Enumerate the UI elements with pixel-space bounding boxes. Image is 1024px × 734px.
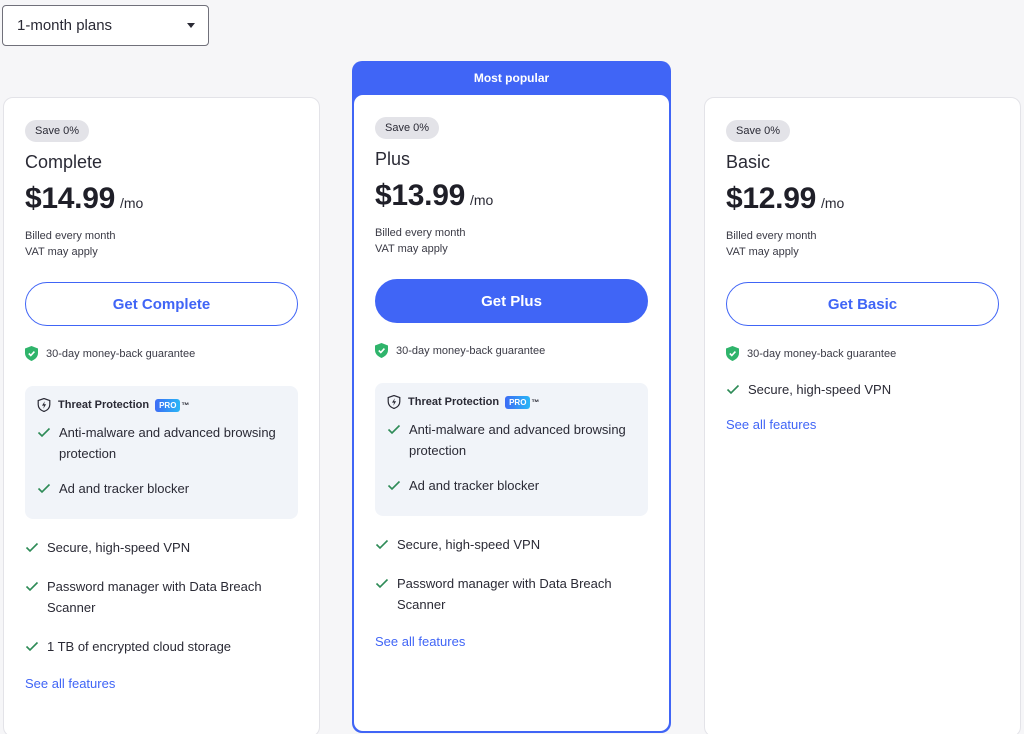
check-icon — [25, 581, 39, 592]
plan-name: Basic — [726, 152, 771, 172]
feature-text: 1 TB of encrypted cloud storage — [47, 639, 232, 654]
check-icon — [37, 483, 51, 494]
feature-item: Secure, high-speed VPN — [726, 379, 999, 400]
see-all-features-link[interactable]: See all features — [375, 634, 465, 649]
guarantee-text: 30-day money-back guarantee — [46, 347, 196, 360]
check-icon — [387, 424, 401, 435]
threat-protection-box: Threat Protection PRO ™ Anti-malware and… — [375, 383, 648, 516]
price: $12.99 — [726, 182, 816, 215]
feature-text: Secure, high-speed VPN — [748, 382, 892, 397]
feature-item: Secure, high-speed VPN — [375, 534, 648, 555]
check-icon — [375, 539, 389, 550]
threat-protection-box: Threat Protection PRO ™ Anti-malware and… — [25, 386, 298, 519]
vat-note: VAT may apply — [726, 246, 799, 258]
most-popular-frame: Most popular Save 0% Plus $13.99 /mo Bil… — [352, 61, 671, 733]
feature-list: Secure, high-speed VPN Password manager … — [375, 534, 648, 651]
billing-frequency: Billed every month — [726, 230, 817, 242]
pro-badge: PRO — [505, 395, 531, 409]
billing-frequency: Billed every month — [25, 230, 116, 242]
feature-text: Ad and tracker blocker — [409, 478, 540, 493]
price-row: $13.99 /mo — [375, 179, 648, 213]
plan-period-select[interactable]: 1-month plans — [2, 5, 209, 46]
price-row: $12.99 /mo — [726, 182, 999, 216]
feature-item: Secure, high-speed VPN — [25, 537, 298, 558]
plan-card-plus: Save 0% Plus $13.99 /mo Billed every mon… — [354, 95, 669, 731]
price-row: $14.99 /mo — [25, 182, 298, 216]
check-icon — [375, 578, 389, 589]
feature-item: Anti-malware and advanced browsing prote… — [387, 417, 636, 473]
billing-info: Billed every month VAT may apply — [25, 228, 298, 260]
feature-item: Password manager with Data Breach Scanne… — [375, 573, 648, 615]
money-back-guarantee: 30-day money-back guarantee — [726, 346, 999, 361]
shield-check-icon — [375, 343, 388, 358]
billing-info: Billed every month VAT may apply — [375, 225, 648, 257]
feature-item: Anti-malware and advanced browsing prote… — [37, 420, 286, 476]
feature-text: Anti-malware and advanced browsing prote… — [409, 422, 626, 458]
most-popular-label: Most popular — [473, 71, 550, 85]
save-badge: Save 0% — [25, 120, 90, 142]
plan-card-complete: Save 0% Complete $14.99 /mo Billed every… — [3, 97, 320, 734]
plan-name: Plus — [375, 149, 411, 169]
get-complete-button[interactable]: Get Complete — [25, 282, 298, 326]
shield-bolt-icon — [37, 398, 51, 412]
guarantee-text: 30-day money-back guarantee — [747, 347, 897, 360]
vat-note: VAT may apply — [375, 243, 448, 255]
feature-item: 1 TB of encrypted cloud storage — [25, 636, 298, 657]
feature-list: Secure, high-speed VPN See all features — [726, 379, 999, 434]
check-icon — [387, 480, 401, 491]
vat-note: VAT may apply — [25, 246, 98, 258]
billing-frequency: Billed every month — [375, 227, 466, 239]
plan-name: Complete — [25, 152, 103, 172]
plan-card-basic: Save 0% Basic $12.99 /mo Billed every mo… — [704, 97, 1021, 734]
price-period: /mo — [469, 192, 494, 208]
feature-text: Password manager with Data Breach Scanne… — [47, 579, 262, 615]
chevron-down-icon — [187, 23, 195, 28]
feature-list: Secure, high-speed VPN Password manager … — [25, 537, 298, 693]
get-basic-button[interactable]: Get Basic — [726, 282, 999, 326]
money-back-guarantee: 30-day money-back guarantee — [25, 346, 298, 361]
feature-item: Ad and tracker blocker — [37, 476, 286, 511]
price: $13.99 — [375, 179, 465, 212]
feature-item: Ad and tracker blocker — [387, 473, 636, 508]
feature-text: Secure, high-speed VPN — [397, 537, 541, 552]
shield-check-icon — [726, 346, 739, 361]
check-icon — [25, 542, 39, 553]
trademark: ™ — [181, 400, 190, 410]
threat-protection-title: Threat Protection — [58, 399, 150, 411]
save-badge: Save 0% — [726, 120, 791, 142]
save-badge: Save 0% — [375, 117, 440, 139]
check-icon — [37, 427, 51, 438]
price: $14.99 — [25, 182, 115, 215]
see-all-features-link[interactable]: See all features — [726, 417, 816, 432]
shield-check-icon — [25, 346, 38, 361]
guarantee-text: 30-day money-back guarantee — [396, 344, 546, 357]
check-icon — [726, 384, 740, 395]
threat-protection-title: Threat Protection — [408, 396, 500, 408]
price-period: /mo — [820, 195, 845, 211]
see-all-features-link[interactable]: See all features — [25, 676, 115, 691]
trademark: ™ — [531, 397, 540, 407]
price-period: /mo — [119, 195, 144, 211]
check-icon — [25, 641, 39, 652]
feature-text: Anti-malware and advanced browsing prote… — [59, 425, 276, 461]
get-plus-button[interactable]: Get Plus — [375, 279, 648, 323]
feature-text: Password manager with Data Breach Scanne… — [397, 576, 612, 612]
plan-period-value: 1-month plans — [17, 17, 113, 34]
threat-protection-header: Threat Protection PRO ™ — [37, 398, 286, 412]
shield-bolt-icon — [387, 395, 401, 409]
feature-text: Ad and tracker blocker — [59, 481, 190, 496]
billing-info: Billed every month VAT may apply — [726, 228, 999, 260]
feature-item: Password manager with Data Breach Scanne… — [25, 576, 298, 618]
pro-badge: PRO — [155, 398, 181, 412]
feature-text: Secure, high-speed VPN — [47, 540, 191, 555]
money-back-guarantee: 30-day money-back guarantee — [375, 343, 648, 358]
threat-protection-header: Threat Protection PRO ™ — [387, 395, 636, 409]
